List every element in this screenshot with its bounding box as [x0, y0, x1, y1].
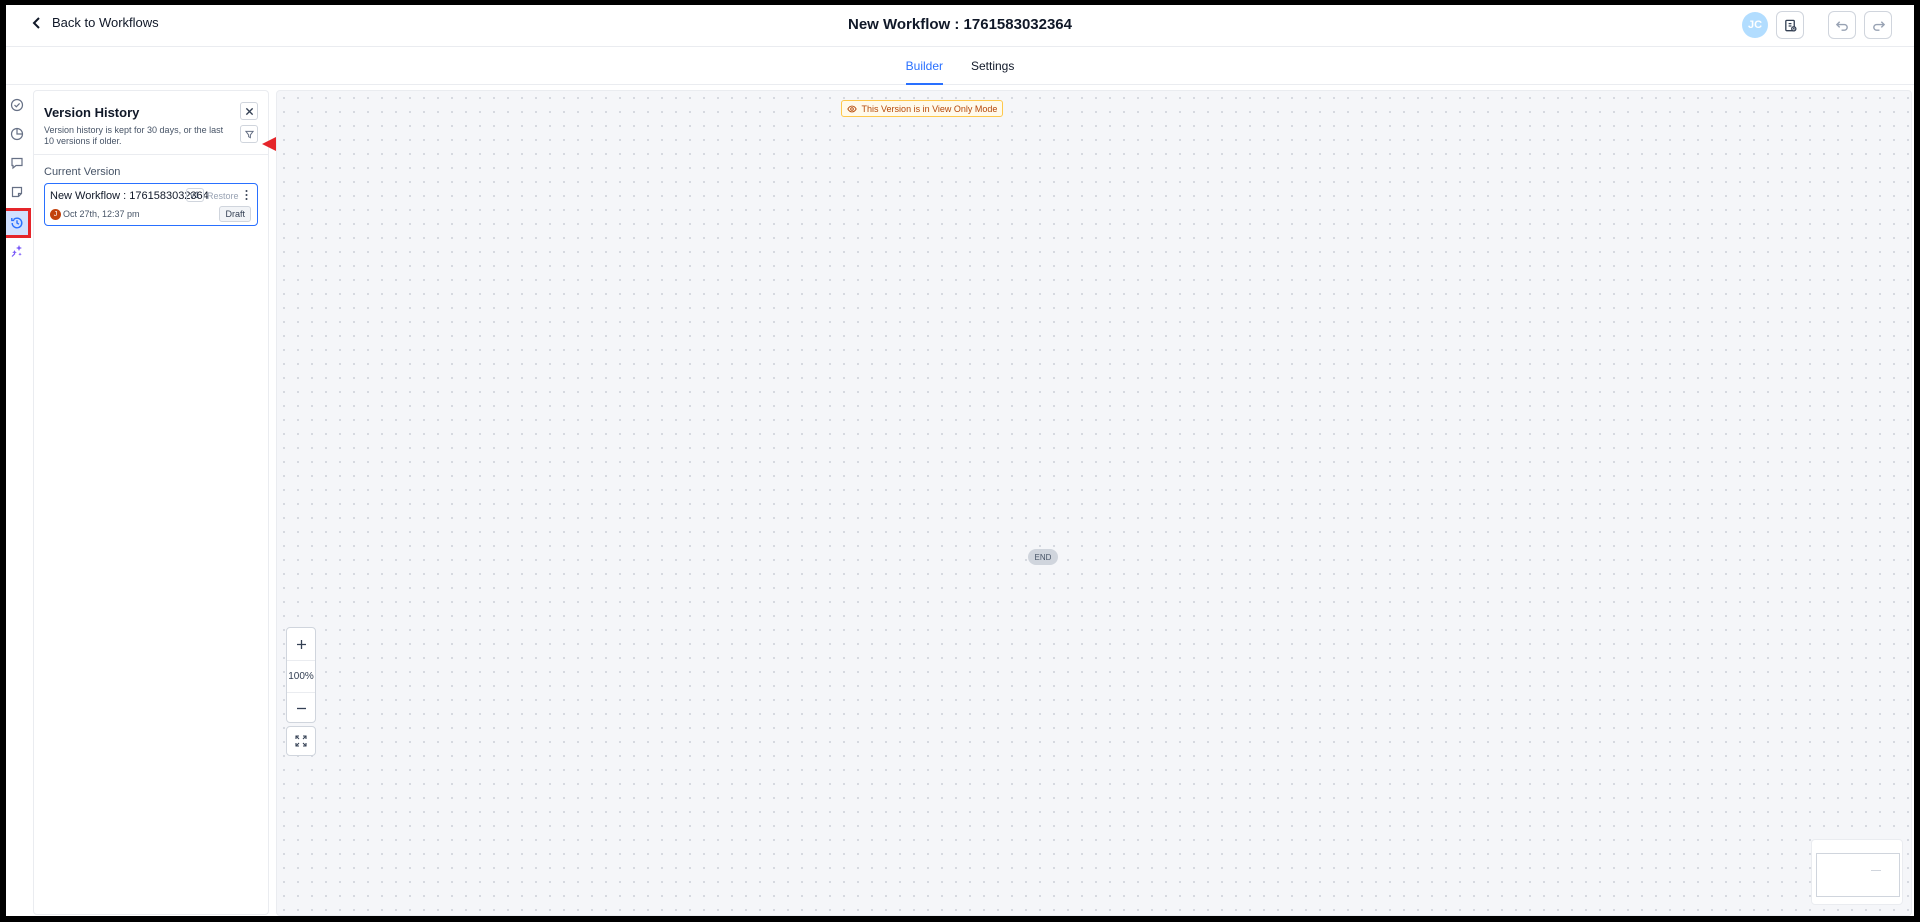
comment-icon	[11, 157, 23, 170]
note-icon	[11, 186, 23, 198]
app-window: Back to Workflows New Workflow : 1761583…	[6, 5, 1914, 916]
version-history-panel: Version History Version history is kept …	[33, 90, 269, 915]
undo-icon	[1835, 20, 1848, 31]
zoom-level-label: 100%	[288, 671, 314, 682]
rail-item-ai[interactable]	[7, 241, 27, 261]
version-name: New Workflow : 1761583032364	[50, 190, 209, 202]
rail-item-notes[interactable]	[7, 182, 27, 202]
redo-icon	[1872, 20, 1885, 31]
workflow-canvas[interactable]: This Version is in View Only Mode END 10…	[276, 90, 1912, 916]
user-avatar[interactable]: JC	[1742, 12, 1768, 38]
filter-icon	[244, 130, 254, 138]
zoom-level: 100%	[287, 660, 315, 692]
rail-item-checklist[interactable]	[7, 95, 27, 115]
clipboard-button[interactable]	[1776, 11, 1804, 39]
tab-builder[interactable]: Builder	[905, 47, 943, 85]
version-card[interactable]: New Workflow : 1761583032364 v1 Restore …	[44, 183, 258, 226]
rail-item-comments[interactable]	[7, 153, 27, 173]
tab-bar: Builder Settings	[6, 47, 1914, 85]
restore-button[interactable]: Restore	[207, 191, 239, 201]
close-panel-button[interactable]	[240, 102, 258, 120]
more-vertical-icon	[245, 190, 247, 200]
more-options-button[interactable]	[241, 189, 251, 201]
version-badge: v1	[186, 188, 204, 202]
top-actions: JC	[1742, 11, 1892, 39]
fit-screen-icon	[295, 735, 307, 747]
zoom-out-button[interactable]	[287, 692, 315, 724]
left-rail	[6, 87, 31, 916]
check-circle-icon	[10, 98, 24, 112]
pie-chart-icon	[10, 127, 24, 141]
sparkles-icon	[11, 245, 22, 257]
minus-icon	[296, 707, 306, 710]
view-only-banner: This Version is in View Only Mode	[841, 100, 1003, 117]
clipboard-icon	[1784, 19, 1797, 32]
view-only-text: This Version is in View Only Mode	[861, 103, 998, 114]
author-avatar: J	[50, 209, 61, 220]
minimap-viewport	[1816, 853, 1900, 897]
history-icon	[11, 217, 23, 229]
version-history-title: Version History	[44, 105, 140, 120]
zoom-controls: 100%	[286, 627, 316, 723]
status-badge: Draft	[219, 206, 251, 222]
end-node[interactable]: END	[1028, 549, 1058, 565]
minimap-node	[1871, 870, 1881, 871]
version-date: Oct 27th, 12:37 pm	[63, 209, 140, 219]
filter-button[interactable]	[240, 125, 258, 143]
eye-icon	[846, 105, 857, 112]
rail-item-version-history[interactable]	[6, 208, 31, 238]
tab-settings[interactable]: Settings	[971, 47, 1014, 85]
close-icon	[245, 107, 253, 115]
plus-icon	[296, 639, 306, 649]
current-version-label: Current Version	[44, 166, 121, 178]
undo-button[interactable]	[1828, 11, 1856, 39]
minimap[interactable]	[1811, 839, 1903, 905]
workflow-title: New Workflow : 1761583032364	[847, 16, 1072, 33]
redo-button[interactable]	[1864, 11, 1892, 39]
fit-view-button[interactable]	[286, 726, 316, 756]
zoom-in-button[interactable]	[287, 628, 315, 660]
top-bar: Back to Workflows New Workflow : 1761583…	[6, 5, 1914, 47]
version-history-description: Version history is kept for 30 days, or …	[44, 125, 224, 146]
version-history-header: Version History Version history is kept …	[34, 91, 268, 155]
rail-item-stats[interactable]	[7, 124, 27, 144]
